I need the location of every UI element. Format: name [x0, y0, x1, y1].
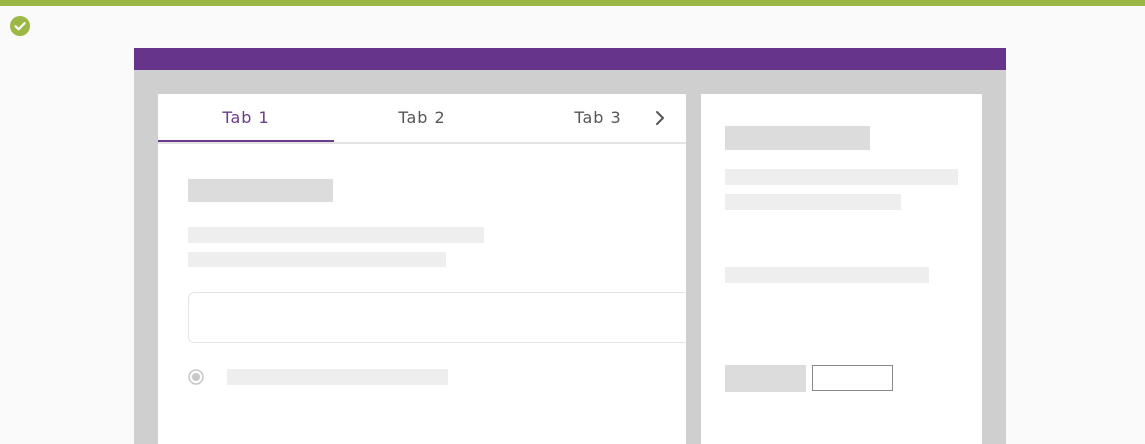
frame-header-bar [134, 48, 1006, 70]
placeholder-text-line [725, 267, 929, 283]
placeholder-input-field[interactable] [188, 292, 686, 343]
placeholder-text-line [188, 227, 484, 243]
placeholder-text-line [725, 194, 901, 210]
top-accent-stripe [0, 0, 1145, 6]
chevron-right-icon[interactable] [648, 106, 672, 130]
active-tab-indicator [158, 140, 334, 142]
tab-2[interactable]: Tab 2 [334, 94, 510, 142]
side-panel [701, 94, 982, 444]
placeholder-heading [188, 179, 333, 202]
main-panel: Tab 1 Tab 2 Tab 3 [158, 94, 686, 444]
radio-selected-icon[interactable] [188, 369, 204, 385]
preview-frame: Tab 1 Tab 2 Tab 3 [134, 48, 1006, 444]
placeholder-secondary-button[interactable] [812, 365, 893, 391]
placeholder-heading [725, 126, 870, 150]
placeholder-radio-label [227, 369, 448, 385]
placeholder-text-line [188, 252, 446, 267]
check-circle-icon [10, 16, 30, 36]
tab-bar: Tab 1 Tab 2 Tab 3 [158, 94, 686, 144]
placeholder-text-line [725, 169, 958, 185]
placeholder-primary-button[interactable] [725, 365, 806, 392]
tab-1[interactable]: Tab 1 [158, 94, 334, 142]
